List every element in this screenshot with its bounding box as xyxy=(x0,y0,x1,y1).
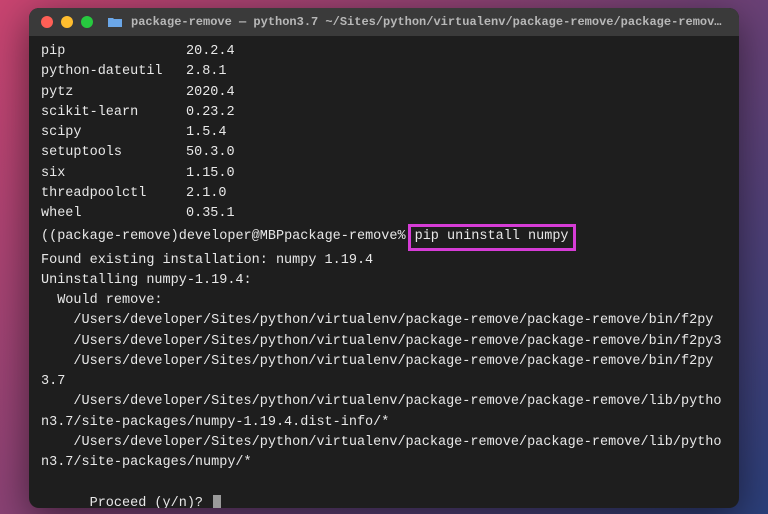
package-version: 1.15.0 xyxy=(186,164,235,184)
package-version: 20.2.4 xyxy=(186,42,235,62)
package-name: scikit-learn xyxy=(41,103,186,123)
prompt-symbol: % xyxy=(397,227,405,247)
package-name: wheel xyxy=(41,204,186,224)
prompt-venv: (package-remove) xyxy=(49,227,179,247)
output-path: /Users/developer/Sites/python/virtualenv… xyxy=(41,311,727,331)
title-bar: package-remove — python3.7 ~/Sites/pytho… xyxy=(29,8,739,36)
package-version: 0.23.2 xyxy=(186,103,235,123)
package-row: pytz2020.4 xyxy=(41,83,727,103)
package-name: pytz xyxy=(41,83,186,103)
output-path: /Users/developer/Sites/python/virtualenv… xyxy=(41,392,727,433)
package-row: pip20.2.4 xyxy=(41,42,727,62)
prompt-userhost: developer@MBP xyxy=(179,227,284,247)
package-version: 2.1.0 xyxy=(186,184,227,204)
package-row: setuptools50.3.0 xyxy=(41,143,727,163)
package-name: pip xyxy=(41,42,186,62)
prompt-line: ((package-remove) developer@MBP package-… xyxy=(41,224,727,250)
package-name: six xyxy=(41,164,186,184)
package-name: threadpoolctl xyxy=(41,184,186,204)
window-title: package-remove — python3.7 ~/Sites/pytho… xyxy=(131,15,727,29)
terminal-window: package-remove — python3.7 ~/Sites/pytho… xyxy=(29,8,739,508)
package-version: 2.8.1 xyxy=(186,62,227,82)
maximize-icon[interactable] xyxy=(81,16,93,28)
package-version: 0.35.1 xyxy=(186,204,235,224)
output-path: /Users/developer/Sites/python/virtualenv… xyxy=(41,352,727,393)
package-name: scipy xyxy=(41,123,186,143)
proceed-prompt[interactable]: Proceed (y/n)? xyxy=(41,473,727,508)
package-name: python-dateutil xyxy=(41,62,186,82)
package-list: pip20.2.4python-dateutil2.8.1pytz2020.4s… xyxy=(41,42,727,224)
proceed-text: Proceed (y/n)? xyxy=(90,496,212,509)
package-version: 2020.4 xyxy=(186,83,235,103)
package-row: threadpoolctl2.1.0 xyxy=(41,184,727,204)
package-row: wheel0.35.1 xyxy=(41,204,727,224)
output-path: /Users/developer/Sites/python/virtualenv… xyxy=(41,433,727,474)
traffic-lights xyxy=(41,16,93,28)
cursor-icon xyxy=(213,495,221,509)
terminal-content[interactable]: pip20.2.4python-dateutil2.8.1pytz2020.4s… xyxy=(29,36,739,508)
prompt-cwd: package-remove xyxy=(284,227,397,247)
minimize-icon[interactable] xyxy=(61,16,73,28)
package-row: scikit-learn0.23.2 xyxy=(41,103,727,123)
package-name: setuptools xyxy=(41,143,186,163)
output-found: Found existing installation: numpy 1.19.… xyxy=(41,251,727,271)
package-row: six1.15.0 xyxy=(41,164,727,184)
output-uninstalling: Uninstalling numpy-1.19.4: xyxy=(41,271,727,291)
package-version: 1.5.4 xyxy=(186,123,227,143)
package-version: 50.3.0 xyxy=(186,143,235,163)
prompt-bracket: ( xyxy=(41,227,49,247)
output-would-remove: Would remove: xyxy=(41,291,727,311)
highlighted-command: pip uninstall numpy xyxy=(408,224,576,250)
package-row: python-dateutil2.8.1 xyxy=(41,62,727,82)
folder-icon xyxy=(107,16,123,28)
close-icon[interactable] xyxy=(41,16,53,28)
package-row: scipy1.5.4 xyxy=(41,123,727,143)
output-paths: /Users/developer/Sites/python/virtualenv… xyxy=(41,311,727,473)
output-path: /Users/developer/Sites/python/virtualenv… xyxy=(41,332,727,352)
